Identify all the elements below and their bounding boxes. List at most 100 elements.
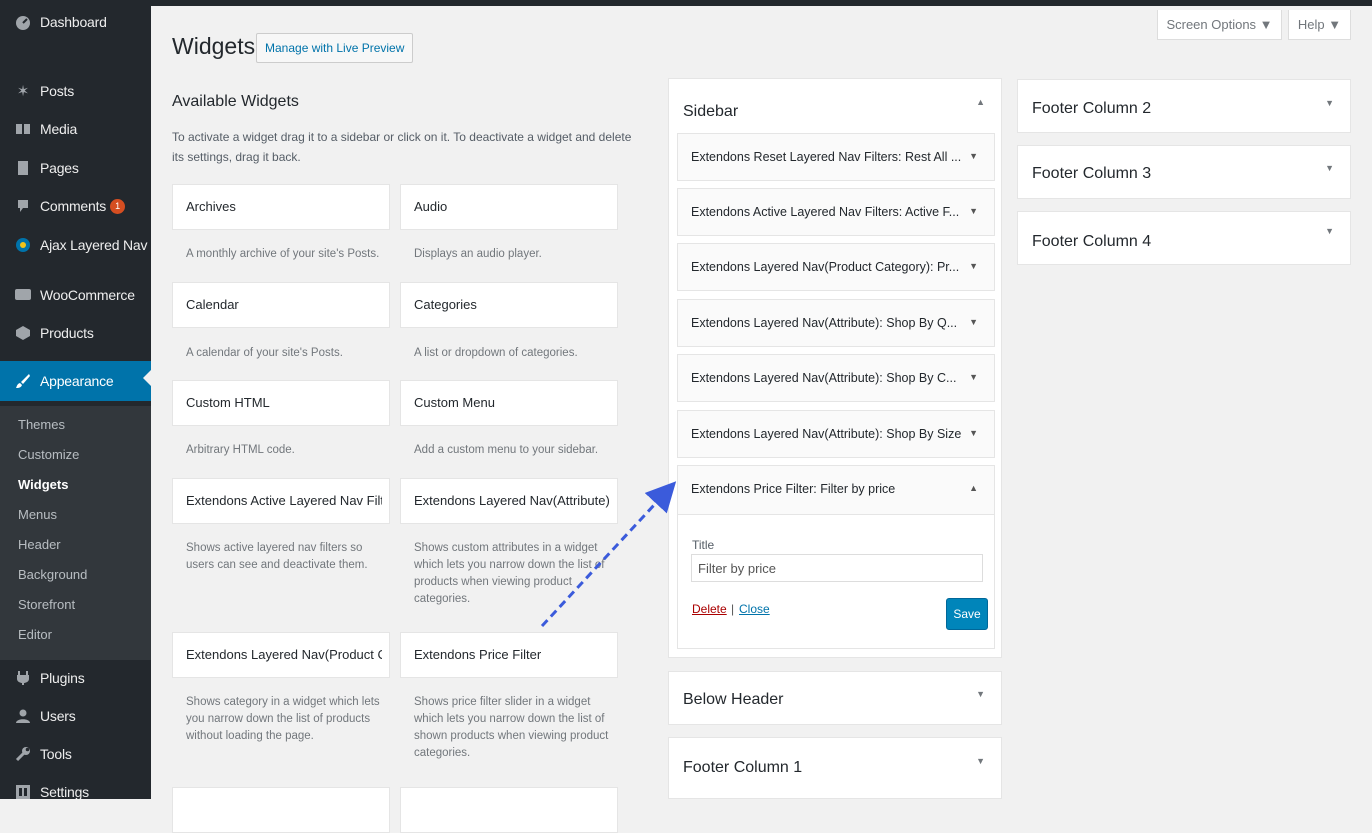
widget-title: Categories	[414, 297, 477, 312]
widget-extendons-layered-nav-attribute[interactable]: Extendons Layered Nav(Attribute)	[400, 478, 618, 524]
sidebar-widget-reset-filters[interactable]: Extendons Reset Layered Nav Filters: Res…	[677, 133, 995, 181]
filter-icon	[14, 236, 32, 254]
expand-arrow-icon[interactable]: ▼	[976, 689, 985, 699]
widget-title: Custom HTML	[186, 395, 270, 410]
submenu-themes[interactable]: Themes	[18, 417, 65, 432]
widget-custom-html[interactable]: Custom HTML	[172, 380, 390, 426]
expand-arrow-icon[interactable]: ▼	[1325, 163, 1334, 173]
collapse-arrow-icon[interactable]: ▲	[969, 483, 978, 493]
sidebar-widget-title: Extendons Layered Nav(Attribute): Shop B…	[691, 427, 962, 441]
widget-calendar[interactable]: Calendar	[172, 282, 390, 328]
widget-title: Archives	[186, 199, 236, 214]
menu-item-ajax-layered-nav[interactable]: Ajax Layered Nav	[0, 228, 151, 262]
widget-area-title: Footer Column 2	[1032, 100, 1152, 117]
page-title: Widgets	[172, 33, 256, 59]
menu-label-posts: Posts	[40, 83, 75, 99]
expand-arrow-icon[interactable]: ▼	[969, 428, 978, 438]
widget-description: A monthly archive of your site's Posts.	[186, 248, 380, 260]
menu-label-appearance: Appearance	[40, 373, 114, 389]
expand-arrow-icon[interactable]: ▼	[1325, 226, 1334, 236]
widget-extendons-price-filter[interactable]: Extendons Price Filter	[400, 632, 618, 678]
submenu-background[interactable]: Background	[18, 567, 87, 582]
widget-extendons-layered-nav-product-category[interactable]: Extendons Layered Nav(Product C...	[172, 632, 390, 678]
menu-item-tools[interactable]: Tools	[0, 737, 151, 771]
menu-label-users: Users	[40, 708, 76, 724]
sidebar-widget-shop-by-size[interactable]: Extendons Layered Nav(Attribute): Shop B…	[677, 410, 995, 458]
widget-description: Arbitrary HTML code.	[186, 444, 295, 456]
media-icon	[14, 120, 32, 138]
submenu-menus[interactable]: Menus	[18, 507, 57, 522]
expand-arrow-icon[interactable]: ▼	[969, 317, 978, 327]
widget-card-partial[interactable]	[400, 787, 618, 833]
save-button[interactable]: Save	[946, 598, 988, 630]
widget-area-footer-column-1[interactable]: Footer Column 1 ▼	[668, 737, 1002, 799]
submenu-storefront[interactable]: Storefront	[18, 597, 75, 612]
title-field[interactable]	[691, 554, 983, 582]
products-icon	[14, 324, 32, 342]
widget-archives[interactable]: Archives	[172, 184, 390, 230]
collapse-arrow-icon[interactable]: ▲	[976, 97, 985, 107]
menu-label-products: Products	[40, 325, 94, 341]
widget-area-below-header[interactable]: Below Header ▼	[668, 671, 1002, 725]
expanded-widget-header[interactable]: Extendons Price Filter: Filter by price …	[678, 466, 994, 515]
appearance-submenu: Themes Customize Widgets Menus Header Ba…	[0, 406, 151, 660]
expand-arrow-icon[interactable]: ▼	[1325, 98, 1334, 108]
widget-area-footer-column-4[interactable]: Footer Column 4 ▼	[1017, 211, 1351, 265]
menu-item-pages[interactable]: Pages	[0, 151, 151, 185]
sidebar-widget-title: Extendons Layered Nav(Attribute): Shop B…	[691, 316, 958, 330]
widget-title: Extendons Active Layered Nav Filt...	[186, 493, 382, 508]
delete-widget-link[interactable]: Delete	[692, 602, 727, 616]
expand-arrow-icon[interactable]: ▼	[969, 206, 978, 216]
comments-count-badge: 1	[110, 198, 126, 214]
sidebar-widget-shop-by-c[interactable]: Extendons Layered Nav(Attribute): Shop B…	[677, 354, 995, 402]
widget-title: Audio	[414, 199, 448, 214]
widget-categories[interactable]: Categories	[400, 282, 618, 328]
help-button[interactable]: Help ▼	[1288, 10, 1351, 40]
menu-item-woocommerce[interactable]: WooCommerce	[0, 278, 151, 312]
manage-live-preview-button[interactable]: Manage with Live Preview	[256, 33, 414, 63]
widget-audio[interactable]: Audio	[400, 184, 618, 230]
menu-item-users[interactable]: Users	[0, 699, 151, 733]
expanded-widget-title: Extendons Price Filter: Filter by price	[691, 482, 896, 496]
sidebar-widget-product-category[interactable]: Extendons Layered Nav(Product Category):…	[677, 243, 995, 291]
menu-item-products[interactable]: Products	[0, 316, 151, 350]
widget-area-footer-column-3[interactable]: Footer Column 3 ▼	[1017, 145, 1351, 199]
widget-card-partial[interactable]	[172, 787, 390, 833]
menu-item-settings[interactable]: Settings	[0, 775, 151, 799]
sidebar-widget-shop-by-q[interactable]: Extendons Layered Nav(Attribute): Shop B…	[677, 299, 995, 347]
menu-label-plugins: Plugins	[40, 670, 85, 686]
submenu-header[interactable]: Header	[18, 537, 61, 552]
expand-arrow-icon[interactable]: ▼	[969, 151, 978, 161]
sidebar-widget-title: Extendons Layered Nav(Product Category):…	[691, 260, 960, 274]
widget-title: Calendar	[186, 297, 239, 312]
screen-options-button[interactable]: Screen Options ▼	[1157, 10, 1282, 40]
widget-area-header[interactable]: Sidebar ▲	[669, 79, 1001, 133]
expand-arrow-icon[interactable]: ▼	[976, 756, 985, 766]
link-separator: |	[731, 602, 735, 616]
expand-arrow-icon[interactable]: ▼	[969, 261, 978, 271]
wrench-icon	[14, 745, 32, 763]
widget-title: Extendons Layered Nav(Product C...	[186, 647, 382, 662]
menu-item-appearance[interactable]: Appearance	[0, 361, 151, 401]
close-widget-link[interactable]: Close	[739, 602, 770, 616]
menu-item-comments[interactable]: Comments 1	[0, 189, 151, 223]
menu-item-dashboard[interactable]: Dashboard	[0, 5, 151, 39]
widget-area-title: Below Header	[683, 691, 784, 708]
widget-area-footer-column-2[interactable]: Footer Column 2 ▼	[1017, 79, 1351, 133]
widget-area-title: Sidebar	[683, 103, 739, 120]
submenu-widgets[interactable]: Widgets	[18, 477, 68, 492]
menu-item-plugins[interactable]: Plugins	[0, 661, 151, 695]
submenu-editor[interactable]: Editor	[18, 627, 52, 642]
widget-description: Add a custom menu to your sidebar.	[414, 444, 599, 456]
active-menu-arrow	[143, 370, 151, 386]
widget-description: A calendar of your site's Posts.	[186, 347, 343, 359]
expand-arrow-icon[interactable]: ▼	[969, 372, 978, 382]
menu-item-media[interactable]: Media	[0, 112, 151, 146]
widget-description: Shows category in a widget which lets yo…	[186, 696, 380, 742]
sidebar-widget-active-filters[interactable]: Extendons Active Layered Nav Filters: Ac…	[677, 188, 995, 236]
widget-custom-menu[interactable]: Custom Menu	[400, 380, 618, 426]
submenu-customize[interactable]: Customize	[18, 447, 79, 462]
available-widgets-heading: Available Widgets	[172, 93, 299, 110]
widget-extendons-active-layered-nav[interactable]: Extendons Active Layered Nav Filt...	[172, 478, 390, 524]
menu-item-posts[interactable]: ✶ Posts	[0, 74, 151, 108]
